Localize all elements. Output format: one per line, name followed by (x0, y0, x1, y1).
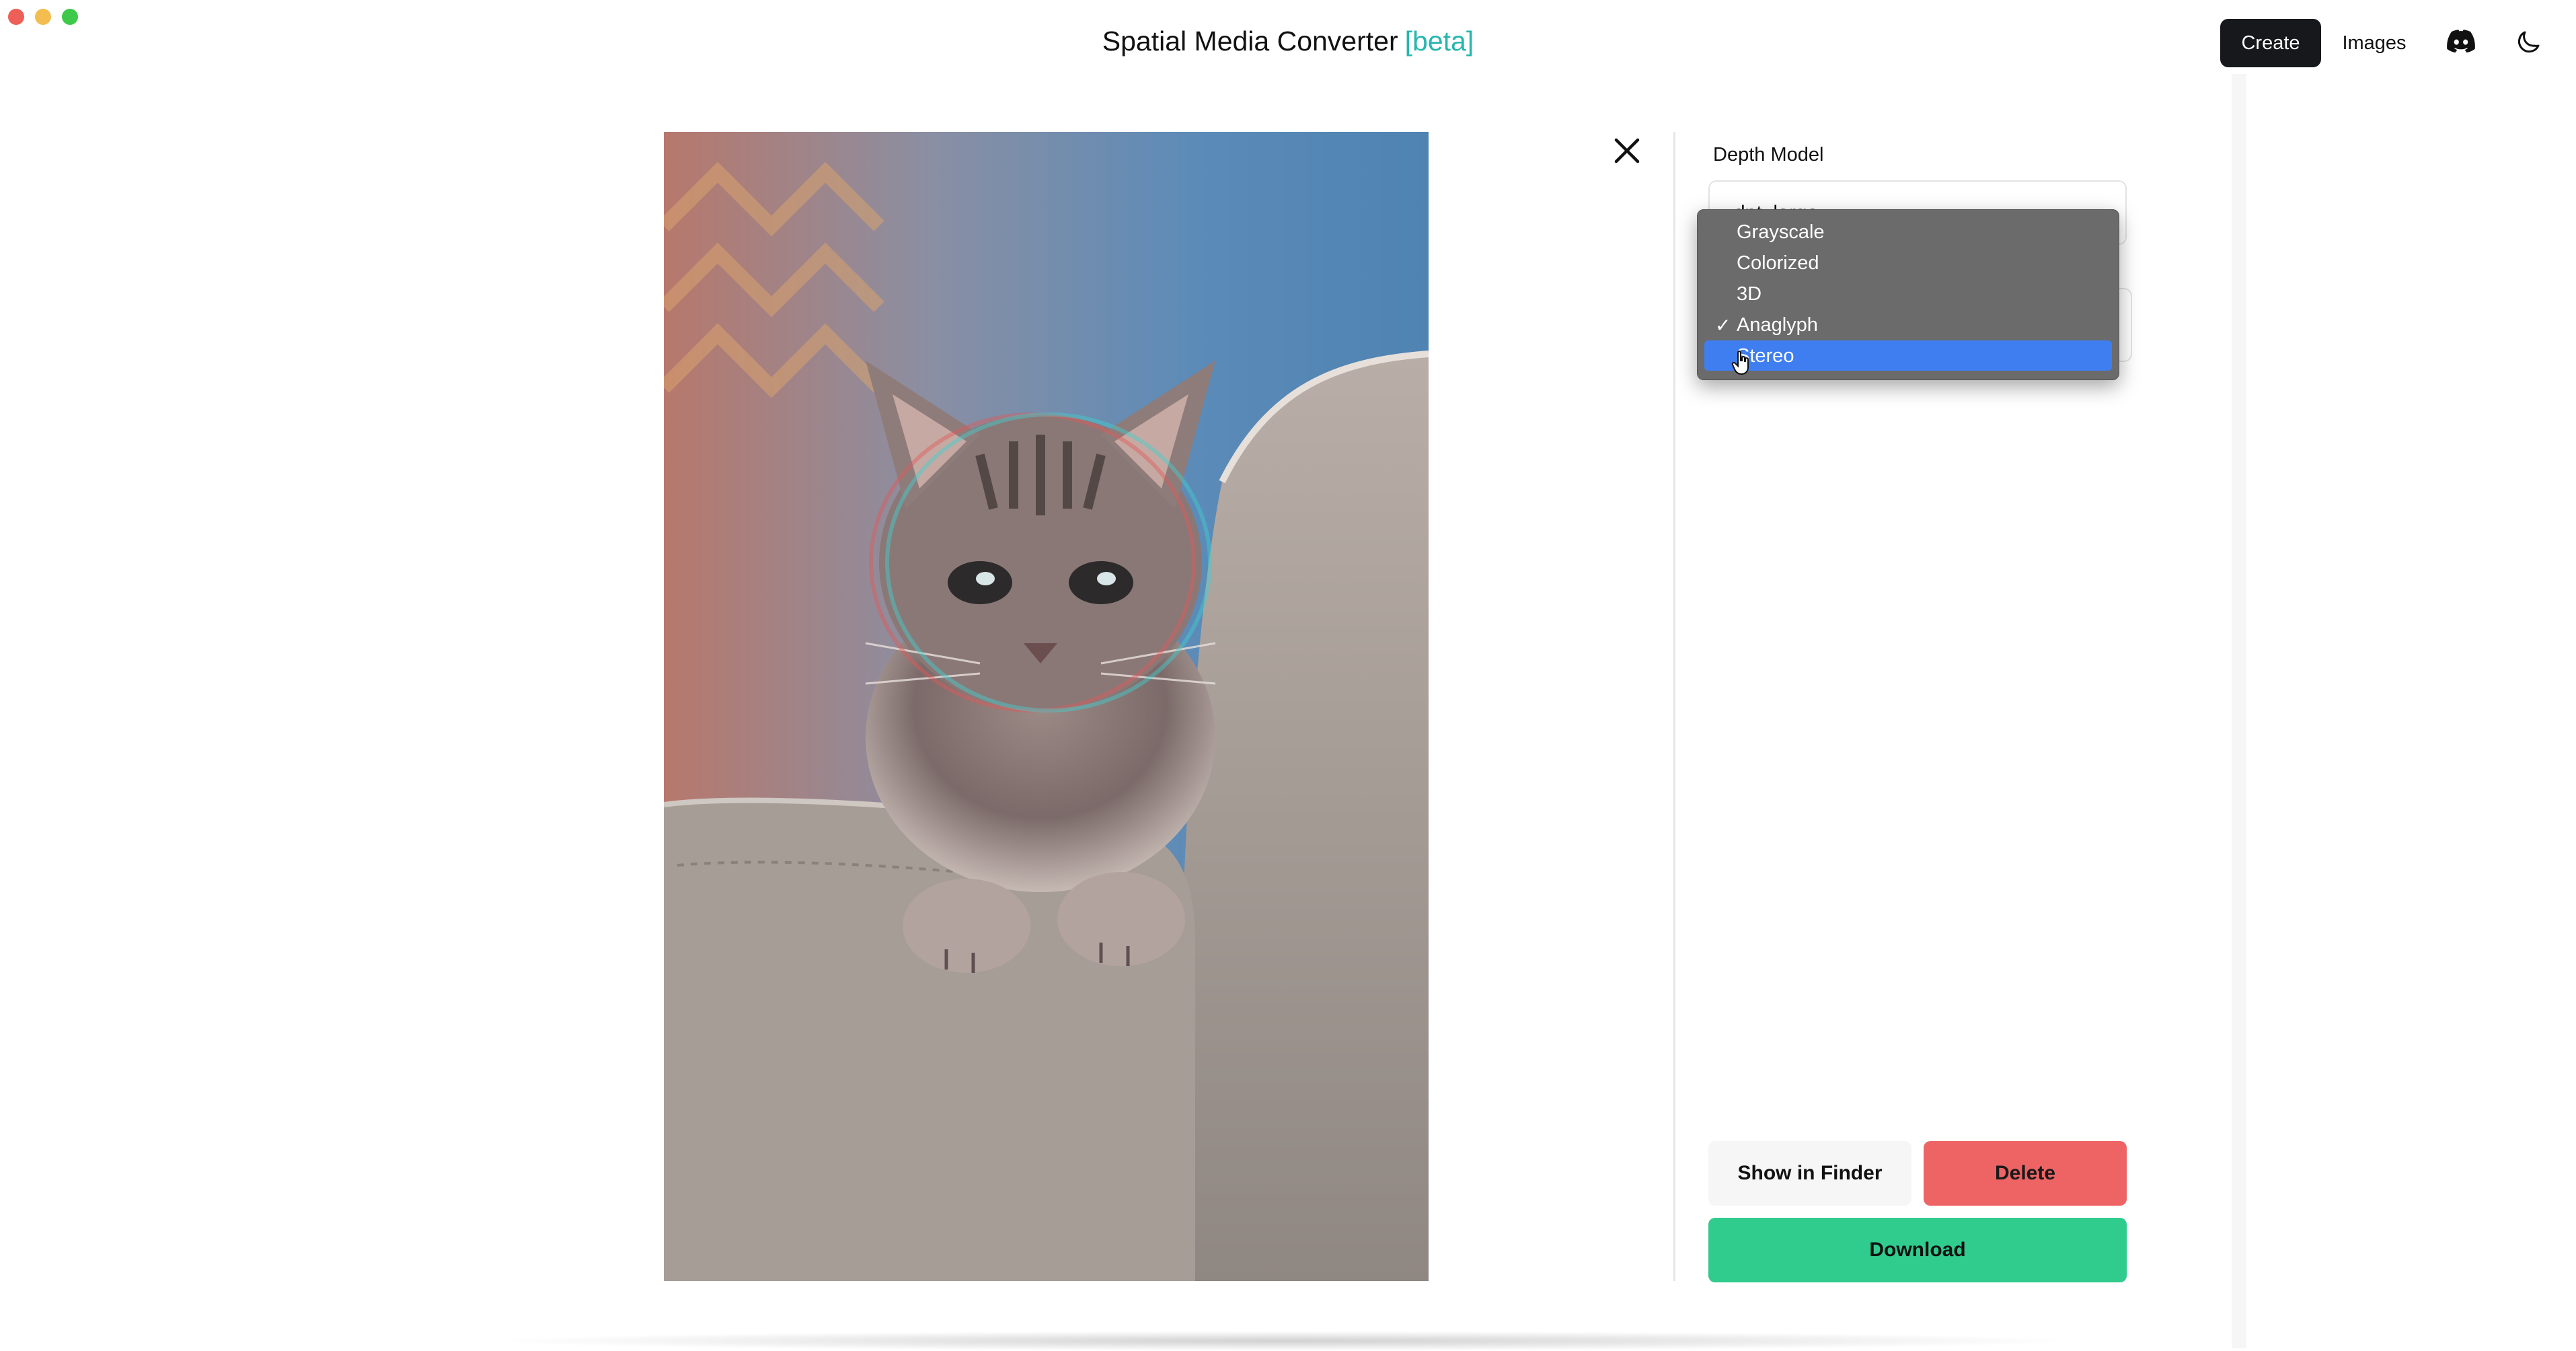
menu-item-3d[interactable]: 3D (1704, 279, 2112, 309)
panel-divider (1673, 132, 1675, 1281)
nav-images-link[interactable]: Images (2334, 19, 2415, 67)
kitten-photo-art (664, 132, 1429, 1281)
download-button[interactable]: Download (1708, 1218, 2127, 1282)
preview-image (664, 132, 1429, 1281)
menu-item-colorized[interactable]: Colorized (1704, 248, 2112, 278)
check-icon: ✓ (1715, 315, 1731, 336)
show-in-finder-button[interactable]: Show in Finder (1708, 1141, 1911, 1206)
menu-item-label: Grayscale (1737, 221, 1825, 243)
beta-tag: [beta] (1404, 26, 1474, 57)
menu-item-label: Anaglyph (1737, 314, 1818, 336)
close-window-button[interactable] (8, 9, 24, 25)
menu-item-label: Colorized (1737, 252, 1819, 274)
discord-icon[interactable] (2447, 30, 2475, 52)
nav-create-button[interactable]: Create (2220, 19, 2321, 67)
moon-icon[interactable] (2515, 28, 2542, 55)
hand-cursor-icon (1731, 351, 1749, 375)
scroll-gutter (2232, 74, 2246, 1348)
depth-model-label: Depth Model (1713, 144, 1824, 166)
app-title-text: Spatial Media Converter (1102, 26, 1398, 57)
zoom-window-button[interactable] (62, 9, 78, 25)
minimize-window-button[interactable] (35, 9, 51, 25)
menu-item-anaglyph[interactable]: ✓ Anaglyph (1704, 309, 2112, 340)
close-icon[interactable] (1611, 135, 1643, 167)
app-title: Spatial Media Converter [beta] (0, 26, 2576, 57)
menu-item-grayscale[interactable]: Grayscale (1704, 217, 2112, 247)
menu-item-label: 3D (1737, 283, 1762, 305)
output-type-menu: Grayscale Colorized 3D ✓ Anaglyph Stereo (1697, 209, 2119, 380)
menu-item-stereo[interactable]: Stereo (1704, 340, 2112, 371)
delete-button[interactable]: Delete (1924, 1141, 2127, 1206)
